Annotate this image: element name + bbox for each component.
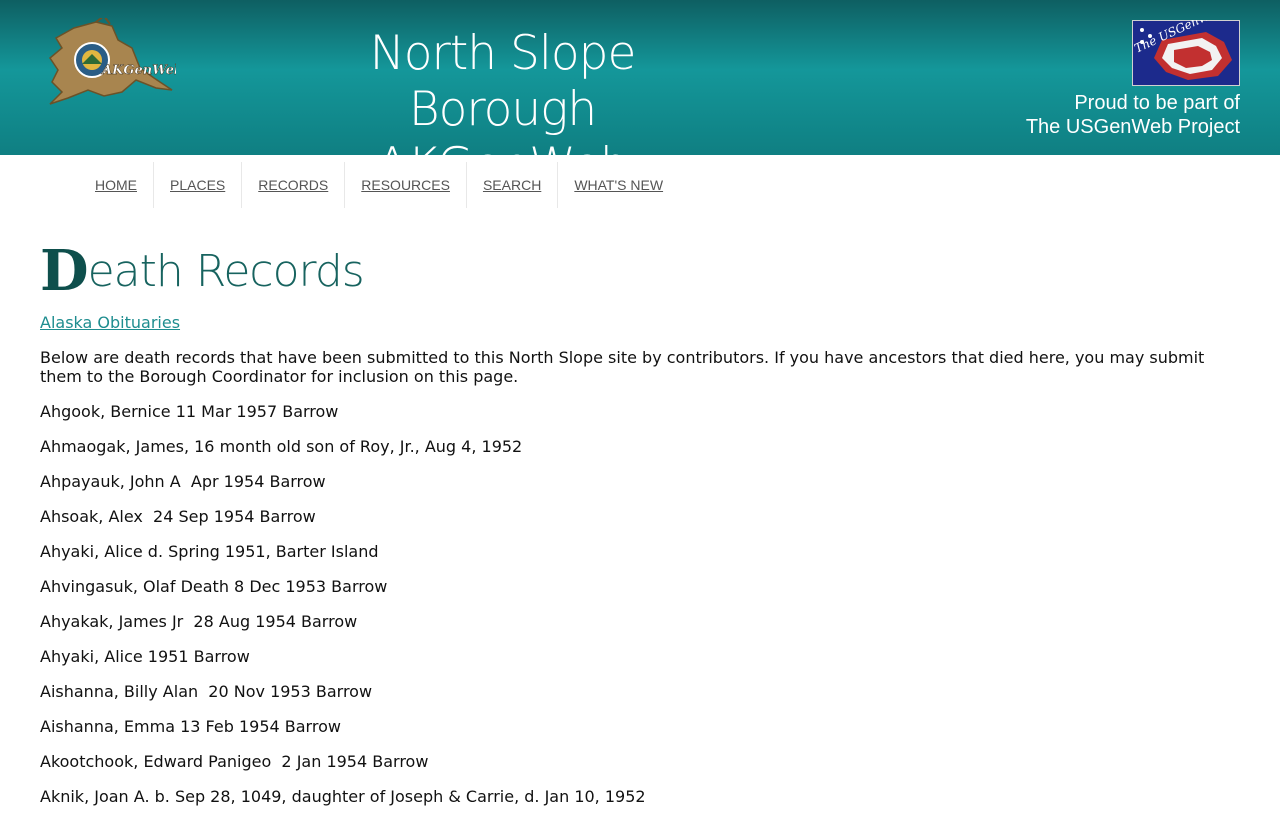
nav-records[interactable]: RECORDS (242, 162, 346, 208)
list-item: Aknik, Joan A. b. Sep 28, 1049, daughter… (40, 787, 646, 806)
proud-line2: The USGenWeb Project (1025, 116, 1240, 138)
akgenweb-logo[interactable]: AKGenWeb (44, 14, 183, 108)
list-item: Ahgook, Bernice 11 Mar 1957 Barrow (40, 402, 339, 421)
list-item: Ahsoak, Alex 24 Sep 1954 Barrow (40, 507, 316, 526)
page-title: Death Records (40, 240, 1240, 302)
list-item: Ahyakak, James Jr 28 Aug 1954 Barrow (40, 612, 358, 631)
list-item: Akootchook, Edward Panigeo 2 Jan 1954 Ba… (40, 752, 429, 771)
alaska-obituaries-link[interactable]: Alaska Obituaries (40, 313, 180, 332)
usgenweb-flag-icon: The USGenWeb Project (1131, 0, 1268, 87)
site-title-line2: AKGenWeb (290, 138, 715, 155)
nav-resources[interactable]: RESOURCES (345, 162, 467, 208)
nav-whats-new[interactable]: WHAT'S NEW (558, 162, 679, 208)
site-title-line1: North Slope Borough (369, 26, 637, 137)
svg-text:AKGenWeb: AKGenWeb (100, 63, 176, 78)
main-nav: HOME PLACES RECORDS RESOURCES SEARCH WHA… (79, 162, 679, 208)
nav-search[interactable]: SEARCH (467, 162, 559, 208)
list-item: Ahpayauk, John A Apr 1954 Barrow (40, 472, 326, 491)
proud-text: Proud to be part of The USGenWeb Project (1026, 91, 1240, 139)
list-item: Aishanna, Emma 13 Feb 1954 Barrow (40, 717, 341, 736)
intro-text: Below are death records that have been s… (40, 348, 1205, 386)
nav-places[interactable]: PLACES (154, 162, 243, 208)
death-records-list: Ahgook, Bernice 11 Mar 1957 Barrow Ahmao… (40, 402, 646, 822)
nav-home[interactable]: HOME (79, 162, 154, 208)
page-title-initial: D (40, 238, 89, 304)
list-item: Aishanna, Billy Alan 20 Nov 1953 Barrow (40, 682, 373, 701)
site-title: North Slope Borough AKGenWeb (290, 26, 715, 155)
usgenweb-logo[interactable]: The USGenWeb Project (1131, 0, 1268, 87)
list-item: Ahvingasuk, Olaf Death 8 Dec 1953 Barrow (40, 577, 388, 596)
site-header: AKGenWeb North Slope Borough AKGenWeb Th… (0, 0, 1280, 155)
list-item: Ahmaogak, James, 16 month old son of Roy… (40, 437, 523, 456)
proud-line1: Proud to be part of (1074, 92, 1240, 114)
page-title-rest: eath Records (87, 246, 365, 297)
list-item: Ahyaki, Alice d. Spring 1951, Barter Isl… (40, 542, 379, 561)
alaska-map-icon: AKGenWeb (49, 14, 183, 105)
list-item: Ahyaki, Alice 1951 Barrow (40, 647, 250, 666)
main-content: Death Records Alaska Obituaries Below ar… (40, 240, 1240, 806)
